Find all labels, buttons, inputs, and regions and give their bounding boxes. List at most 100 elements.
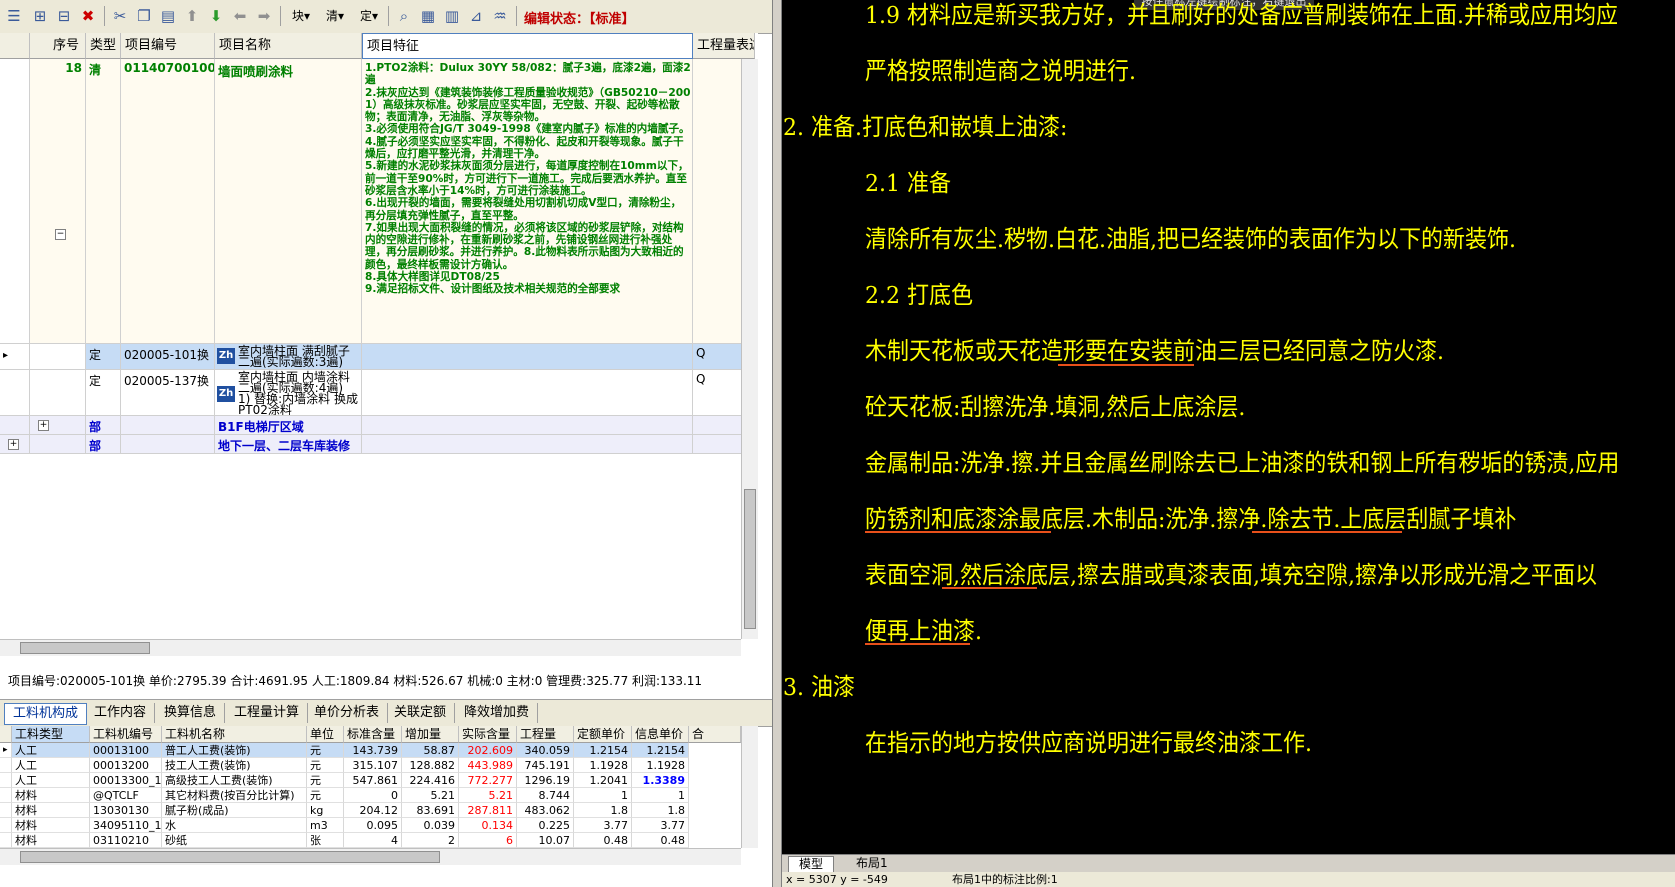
material-cell[interactable]: 00013100 [90, 743, 162, 758]
material-vertical-scrollbar[interactable] [741, 726, 758, 848]
col-header-increase[interactable]: 增加量 [402, 726, 459, 743]
material-cell[interactable]: 其它材料费(按百分比计算) [162, 788, 307, 803]
material-cell[interactable]: 13030130 [90, 803, 162, 818]
paste-icon[interactable]: ▤ [158, 5, 178, 27]
material-cell[interactable]: 技工人工费(装饰) [162, 758, 307, 773]
material-cell[interactable]: 202.609 [459, 743, 517, 758]
material-cell[interactable]: 1.2154 [632, 743, 689, 758]
col-header-info-price[interactable]: 信息单价 [632, 726, 689, 743]
material-cell[interactable]: 287.811 [459, 803, 517, 818]
expand-icon[interactable]: + [8, 439, 19, 450]
material-cell[interactable]: 340.059 [517, 743, 574, 758]
material-cell[interactable]: kg [307, 803, 344, 818]
material-cell[interactable]: 5.21 [459, 788, 517, 803]
tab-unit-price-analysis[interactable]: 单价分析表 [306, 703, 389, 723]
material-cell[interactable]: 2 [402, 833, 459, 848]
material-cell[interactable]: 1.1928 [574, 758, 632, 773]
material-cell[interactable]: 0.134 [459, 818, 517, 833]
grid-horizontal-scrollbar[interactable] [0, 639, 741, 656]
tab-quantity-calc[interactable]: 工程量计算 [226, 703, 309, 723]
col-header-standard-qty[interactable]: 标准含量 [344, 726, 402, 743]
material-cell[interactable]: 547.861 [344, 773, 402, 788]
table-icon[interactable]: ▦ [418, 5, 438, 27]
material-cell[interactable]: 143.739 [344, 743, 402, 758]
material-cell[interactable]: 34095110_1 [90, 818, 162, 833]
col-header-unit[interactable]: 单位 [307, 726, 344, 743]
material-cell[interactable]: 张 [307, 833, 344, 848]
material-cell[interactable]: 普工人工费(装饰) [162, 743, 307, 758]
code-cell[interactable] [121, 435, 215, 454]
material-cell[interactable]: 水 [162, 818, 307, 833]
search-icon[interactable]: ⌕ [394, 5, 414, 27]
material-cell[interactable]: 6 [459, 833, 517, 848]
material-cell[interactable]: 砂纸 [162, 833, 307, 848]
material-cell[interactable]: 0.48 [632, 833, 689, 848]
tab-material-composition[interactable]: 工料机构成 [4, 703, 88, 725]
material-cell[interactable]: 0.095 [344, 818, 402, 833]
feature-cell[interactable] [362, 416, 693, 435]
material-cell[interactable]: 1.8 [574, 803, 632, 818]
col-header-type[interactable]: 类型 [86, 33, 121, 59]
material-cell[interactable]: @QTCLF [90, 788, 162, 803]
name-cell[interactable]: Zh 室内墙柱面 满刮腻子 二遍(实际遍数:3遍) [215, 344, 362, 370]
tab-efficiency-surcharge[interactable]: 降效增加费 [456, 703, 539, 723]
pane-splitter[interactable] [772, 0, 782, 887]
cut-icon[interactable]: ✂ [110, 5, 130, 27]
material-cell[interactable]: 3.77 [632, 818, 689, 833]
material-cell[interactable]: 0.225 [517, 818, 574, 833]
material-cell[interactable]: 00013200 [90, 758, 162, 773]
col-header-material-code[interactable]: 工料机编号 [90, 726, 162, 743]
material-cell[interactable]: 58.87 [402, 743, 459, 758]
tree-icon[interactable]: ☰ [4, 5, 24, 27]
layout-icon[interactable]: ▥ [442, 5, 462, 27]
material-cell[interactable]: 材料 [12, 818, 90, 833]
code-cell[interactable]: 020005-137换 [121, 370, 215, 416]
arrow-left-icon[interactable]: ⬅ [230, 5, 250, 27]
tab-work-content[interactable]: 工作内容 [86, 703, 156, 723]
col-header-quantity[interactable]: 工程量 [517, 726, 574, 743]
name-cell[interactable]: 地下一层、二层车库装修 [215, 435, 362, 454]
col-header-material-type[interactable]: 工料类型 [12, 726, 90, 743]
tab-conversion-info[interactable]: 换算信息 [156, 703, 226, 723]
material-cell[interactable]: 材料 [12, 803, 90, 818]
material-cell[interactable]: 10.07 [517, 833, 574, 848]
material-cell[interactable]: 0 [344, 788, 402, 803]
scroll-thumb[interactable] [744, 489, 756, 629]
col-header-total[interactable]: 合 [689, 726, 741, 743]
col-header-name[interactable]: 项目名称 [215, 33, 362, 59]
quota-dropdown[interactable]: 定▾ [354, 5, 384, 27]
material-cell[interactable]: 772.277 [459, 773, 517, 788]
material-cell[interactable]: 元 [307, 743, 344, 758]
col-header-material-name[interactable]: 工料机名称 [162, 726, 307, 743]
material-cell[interactable]: 00013300_1 [90, 773, 162, 788]
code-cell[interactable] [121, 416, 215, 435]
col-header-seq[interactable]: 序号 [30, 33, 86, 59]
material-cell[interactable]: 4 [344, 833, 402, 848]
col-header-actual-qty[interactable]: 实际含量 [459, 726, 517, 743]
material-cell[interactable]: 腻子粉(成品) [162, 803, 307, 818]
copy-icon[interactable]: ❐ [134, 5, 154, 27]
material-cell[interactable]: 人工 [12, 743, 90, 758]
material-horizontal-scrollbar[interactable] [0, 848, 741, 865]
move-down-icon[interactable]: ⬇ [206, 5, 226, 27]
material-cell[interactable]: 材料 [12, 833, 90, 848]
paint-icon[interactable]: ♒ [490, 5, 510, 27]
material-cell[interactable]: 1 [574, 788, 632, 803]
material-cell[interactable]: 0.48 [574, 833, 632, 848]
name-cell[interactable]: B1F电梯厅区域 [215, 416, 362, 435]
move-up-icon[interactable]: ⬆ [182, 5, 202, 27]
material-cell[interactable]: 人工 [12, 773, 90, 788]
material-cell[interactable]: 1.8 [632, 803, 689, 818]
scroll-thumb[interactable] [20, 851, 440, 863]
col-header-qty[interactable]: 工程量表达 [693, 33, 755, 59]
name-cell[interactable]: 墙面喷刷涂料 [215, 59, 362, 344]
material-cell[interactable]: 元 [307, 758, 344, 773]
material-cell[interactable]: 83.691 [402, 803, 459, 818]
list-dropdown[interactable]: 清▾ [320, 5, 350, 27]
material-cell[interactable]: 元 [307, 788, 344, 803]
material-cell[interactable]: 443.989 [459, 758, 517, 773]
material-cell[interactable]: 材料 [12, 788, 90, 803]
material-cell[interactable]: 204.12 [344, 803, 402, 818]
cad-drawing-canvas[interactable]: 按住鼠标左键绘制标注，右键退出 1.9 材料应是新买我方好，并且刷好的处备应普刷… [782, 0, 1675, 854]
expand-icon[interactable]: + [38, 420, 49, 431]
